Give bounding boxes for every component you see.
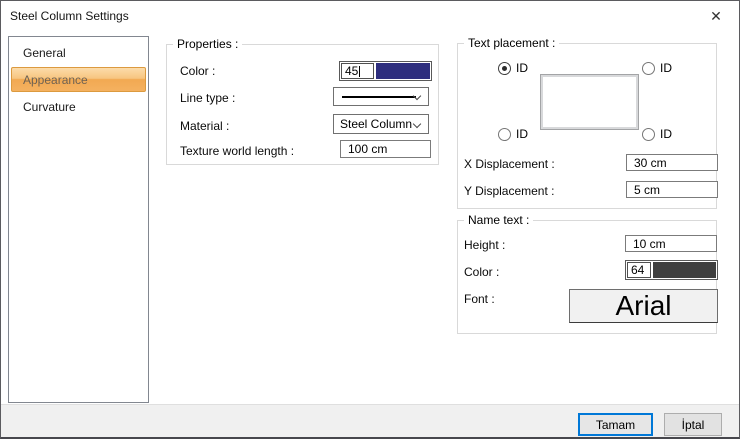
cancel-button[interactable]: İptal (664, 413, 722, 436)
x-displacement-value: 30 cm (634, 155, 667, 170)
name-color-swatch[interactable] (653, 262, 716, 278)
y-displacement-label: Y Displacement : (464, 184, 555, 198)
close-icon: ✕ (710, 7, 722, 24)
color-index-input[interactable]: 45 (341, 63, 374, 79)
y-displacement-value: 5 cm (634, 182, 661, 197)
name-text-group: Name text : Height : 10 cm Color : 64 Fo… (457, 213, 718, 334)
height-input[interactable]: 10 cm (625, 235, 717, 252)
radio-id-bottom-left[interactable]: ID (498, 127, 528, 141)
column-outline-preview (540, 74, 639, 130)
line-type-label: Line type : (180, 91, 236, 105)
x-displacement-input[interactable]: 30 cm (626, 154, 718, 171)
steel-column-settings-dialog: Steel Column Settings ✕ General Appearan… (0, 0, 740, 439)
window-title: Steel Column Settings (10, 9, 129, 23)
radio-id-bottom-right[interactable]: ID (642, 127, 672, 141)
properties-group: Properties : Color : 45 Line type : Mate… (166, 37, 439, 165)
y-displacement-input[interactable]: 5 cm (626, 181, 718, 198)
radio-icon[interactable] (498, 127, 511, 141)
sidebar-item-label: Appearance (23, 72, 88, 87)
name-color-picker[interactable]: 64 (625, 260, 718, 280)
properties-legend: Properties : (173, 37, 243, 51)
radio-label: ID (660, 127, 672, 141)
text-placement-group: Text placement : ID ID ID ID X Displacem… (457, 36, 718, 209)
sidebar-item-appearance[interactable]: Appearance (11, 67, 146, 92)
sidebar-item-label: General (23, 45, 66, 60)
ok-button[interactable]: Tamam (578, 413, 653, 436)
radio-id-top-right[interactable]: ID (642, 61, 672, 75)
texture-length-label: Texture world length : (180, 144, 295, 158)
text-caret (359, 65, 361, 77)
material-dropdown[interactable]: Steel Column (333, 114, 429, 134)
radio-icon[interactable] (642, 127, 655, 141)
name-text-legend: Name text : (464, 213, 534, 227)
name-color-index-input[interactable]: 64 (627, 262, 651, 278)
line-type-dropdown[interactable] (333, 87, 429, 106)
dialog-footer: Tamam İptal (1, 404, 739, 437)
cancel-button-label: İptal (681, 417, 705, 432)
sidebar-item-curvature[interactable]: Curvature (11, 94, 146, 119)
color-swatch[interactable] (376, 63, 430, 79)
font-name: Arial (615, 290, 672, 321)
line-sample-solid (342, 95, 416, 98)
color-picker[interactable]: 45 (339, 61, 432, 81)
radio-label: ID (516, 127, 528, 141)
radio-id-top-left[interactable]: ID (498, 61, 528, 75)
radio-icon[interactable] (642, 61, 655, 75)
sidebar-item-label: Curvature (23, 99, 76, 114)
chevron-down-icon (412, 119, 422, 129)
font-button[interactable]: Arial (569, 289, 718, 323)
close-button[interactable]: ✕ (696, 2, 736, 29)
material-label: Material : (180, 119, 230, 133)
sidebar: General Appearance Curvature (8, 36, 149, 403)
height-label: Height : (464, 238, 506, 252)
text-placement-legend: Text placement : (464, 36, 560, 50)
texture-length-value: 100 cm (348, 142, 388, 156)
color-index-value: 45 (345, 64, 359, 78)
chevron-down-icon (412, 91, 422, 101)
ok-button-label: Tamam (595, 417, 636, 432)
radio-label: ID (516, 61, 528, 75)
height-value: 10 cm (633, 236, 666, 251)
material-value: Steel Column (340, 117, 413, 131)
name-color-label: Color : (464, 265, 500, 279)
sidebar-item-general[interactable]: General (11, 40, 146, 65)
color-label: Color : (180, 64, 216, 78)
radio-icon[interactable] (498, 61, 511, 75)
x-displacement-label: X Displacement : (464, 157, 555, 171)
font-label: Font : (464, 292, 495, 306)
name-color-index-value: 64 (631, 263, 645, 277)
radio-label: ID (660, 61, 672, 75)
texture-length-input[interactable]: 100 cm (340, 140, 431, 158)
